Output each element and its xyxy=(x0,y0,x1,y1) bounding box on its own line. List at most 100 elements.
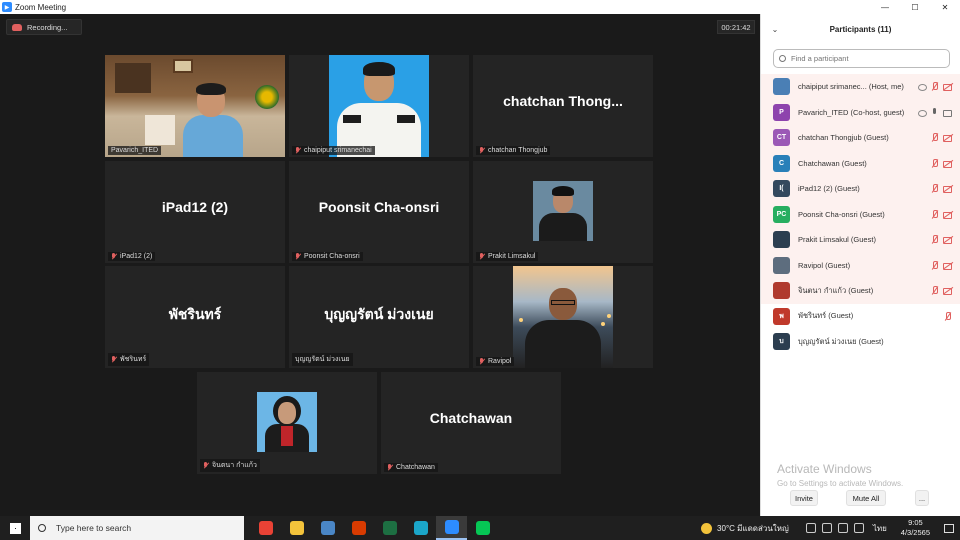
tile-name: chatchan Thongjub xyxy=(488,147,548,154)
mic-muted-icon xyxy=(930,286,939,295)
screen-share-icon xyxy=(917,82,927,92)
participant-initials-avatar: พ xyxy=(773,307,790,325)
participant-row[interactable]: Ravipol (Guest) xyxy=(761,252,960,278)
participant-row[interactable]: I(iPad12 (2) (Guest) xyxy=(761,176,960,202)
meeting-gallery-view: Recording... 00:21:42 Pavarich_ITED chaip… xyxy=(0,14,760,516)
mic-muted-icon xyxy=(479,147,485,154)
participant-search-input[interactable] xyxy=(791,54,931,63)
taskbar-app-line[interactable] xyxy=(467,516,498,540)
close-button[interactable]: ✕ xyxy=(930,3,960,12)
participant-photo-avatar xyxy=(773,78,790,96)
participant-row[interactable]: พ พัชรินทร์ (Guest) xyxy=(761,303,960,329)
excel-icon xyxy=(382,521,397,535)
taskbar-clock[interactable]: 9:05 4/3/2565 xyxy=(901,518,930,538)
video-tile[interactable]: Prakit Limsakul xyxy=(473,161,653,263)
participant-row[interactable]: CT chatchan Thongjub (Guest) xyxy=(761,125,960,151)
minimize-button[interactable]: — xyxy=(870,3,900,12)
recording-indicator[interactable]: Recording... xyxy=(6,19,82,35)
tile-name: จินตนา กำแก้ว xyxy=(212,462,257,469)
mic-muted-icon xyxy=(295,147,301,154)
tile-name-label: บุญญรัตน์ ม่วงเนย xyxy=(292,353,353,366)
video-tile[interactable]: Poonsit Cha-onsri Poonsit Cha-onsri xyxy=(289,161,469,263)
participant-row[interactable]: Prakit Limsakul (Guest) xyxy=(761,227,960,253)
tile-name-label: iPad12 (2) xyxy=(108,252,156,261)
video-tile[interactable]: บุญญรัตน์ ม่วงเนย บุญญรัตน์ ม่วงเนย xyxy=(289,266,469,368)
mic-muted-icon xyxy=(387,464,393,471)
participant-name: Ravipol (Guest) xyxy=(798,260,851,270)
participants-header: ⌄ Participants (11) xyxy=(761,14,960,44)
mic-muted-icon xyxy=(943,311,952,321)
tile-display-name: Chatchawan xyxy=(429,410,513,426)
paint-icon xyxy=(320,521,335,535)
zoom-icon xyxy=(444,520,459,534)
participant-video xyxy=(533,181,593,241)
invite-button[interactable]: Invite xyxy=(790,490,818,506)
collapse-chevron-icon[interactable]: ⌄ xyxy=(761,25,789,34)
clock-date: 4/3/2565 xyxy=(900,528,930,537)
speaker-icon[interactable] xyxy=(837,523,848,533)
taskbar-app-paint[interactable] xyxy=(312,516,343,540)
mute-all-button[interactable]: Mute All xyxy=(846,490,886,506)
taskbar-app-office[interactable] xyxy=(343,516,374,540)
camera-off-icon xyxy=(943,184,952,194)
line-icon xyxy=(475,521,490,535)
tile-name-label: chaipiput srimanechai xyxy=(292,146,375,155)
input-language[interactable]: ไทย xyxy=(873,522,887,535)
participant-name: iPad12 (2) (Guest) xyxy=(798,184,860,194)
participant-initials-avatar: C xyxy=(773,154,790,172)
video-tile[interactable]: iPad12 (2) iPad12 (2) xyxy=(105,161,285,263)
tile-display-name: Poonsit Cha-onsri xyxy=(318,199,440,215)
participant-initials-avatar: P xyxy=(773,103,790,121)
participant-name: บุญญรัตน์ ม่วงเนย (Guest) xyxy=(798,336,884,346)
video-tile[interactable]: พัชรินทร์ พัชรินทร์ xyxy=(105,266,285,368)
search-icon xyxy=(38,524,46,532)
battery-icon[interactable] xyxy=(853,523,864,533)
camera-off-icon xyxy=(943,286,952,296)
participant-name: Poonsit Cha-onsri (Guest) xyxy=(798,209,885,219)
taskbar-app-zoom[interactable] xyxy=(436,516,467,540)
participant-row[interactable]: P Pavarich_ITED (Co-host, guest) xyxy=(761,99,960,125)
tile-name: Ravipol xyxy=(488,358,512,365)
participant-name: Chatchawan (Guest) xyxy=(798,158,867,168)
participant-row[interactable]: C Chatchawan (Guest) xyxy=(761,150,960,176)
video-tile[interactable]: chaipiput srimanechai xyxy=(289,55,469,157)
tile-name-label: Ravipol xyxy=(476,357,515,366)
maximize-button[interactable]: ☐ xyxy=(900,3,930,12)
participant-row[interactable]: chaipiput srimanec... (Host, me) xyxy=(761,74,960,100)
taskbar-app-file-explorer[interactable] xyxy=(281,516,312,540)
more-options-button[interactable]: ... xyxy=(915,490,929,506)
participant-search[interactable] xyxy=(773,49,950,68)
tile-name-label: พัชรินทร์ xyxy=(108,353,150,366)
search-icon xyxy=(779,55,786,62)
video-tile[interactable]: Pavarich_ITED xyxy=(105,55,285,157)
weather-text: 30°C มีแดดส่วนใหญ่ xyxy=(717,523,789,533)
taskbar-app-edge[interactable] xyxy=(405,516,436,540)
video-tile[interactable]: Chatchawan Chatchawan xyxy=(381,372,561,474)
notification-button[interactable] xyxy=(938,516,960,540)
weather-widget[interactable]: 30°C มีแดดส่วนใหญ่ xyxy=(701,522,789,535)
notification-icon xyxy=(944,523,954,533)
taskbar-search[interactable]: Type here to search xyxy=(30,516,244,540)
tile-name: Chatchawan xyxy=(396,464,435,471)
tile-name-label: จินตนา กำแก้ว xyxy=(200,459,260,472)
mic-muted-icon xyxy=(203,462,209,469)
participant-row[interactable]: PC Poonsit Cha-onsri (Guest) xyxy=(761,201,960,227)
start-button[interactable] xyxy=(0,516,30,540)
network-icon[interactable] xyxy=(821,523,832,533)
tile-display-name: บุญญรัตน์ ม่วงเนย xyxy=(324,306,434,322)
participant-photo-avatar xyxy=(773,231,790,249)
chevron-up-icon[interactable] xyxy=(805,523,816,533)
file-explorer-icon xyxy=(289,521,304,535)
office-icon xyxy=(351,521,366,535)
video-tile[interactable]: chatchan Thong... chatchan Thongjub xyxy=(473,55,653,157)
participant-row[interactable]: จินตนา กำแก้ว (Guest) xyxy=(761,278,960,304)
video-tile[interactable]: จินตนา กำแก้ว xyxy=(197,372,377,474)
participant-status-icons xyxy=(930,260,960,270)
mic-muted-icon xyxy=(930,184,939,193)
participant-row[interactable]: บ บุญญรัตน์ ม่วงเนย (Guest) xyxy=(761,329,960,355)
taskbar-app-chrome[interactable] xyxy=(250,516,281,540)
tile-name-label: chatchan Thongjub xyxy=(476,146,551,155)
video-tile[interactable]: Ravipol xyxy=(473,266,653,368)
taskbar-app-excel[interactable] xyxy=(374,516,405,540)
meeting-timer: 00:21:42 xyxy=(717,20,755,34)
